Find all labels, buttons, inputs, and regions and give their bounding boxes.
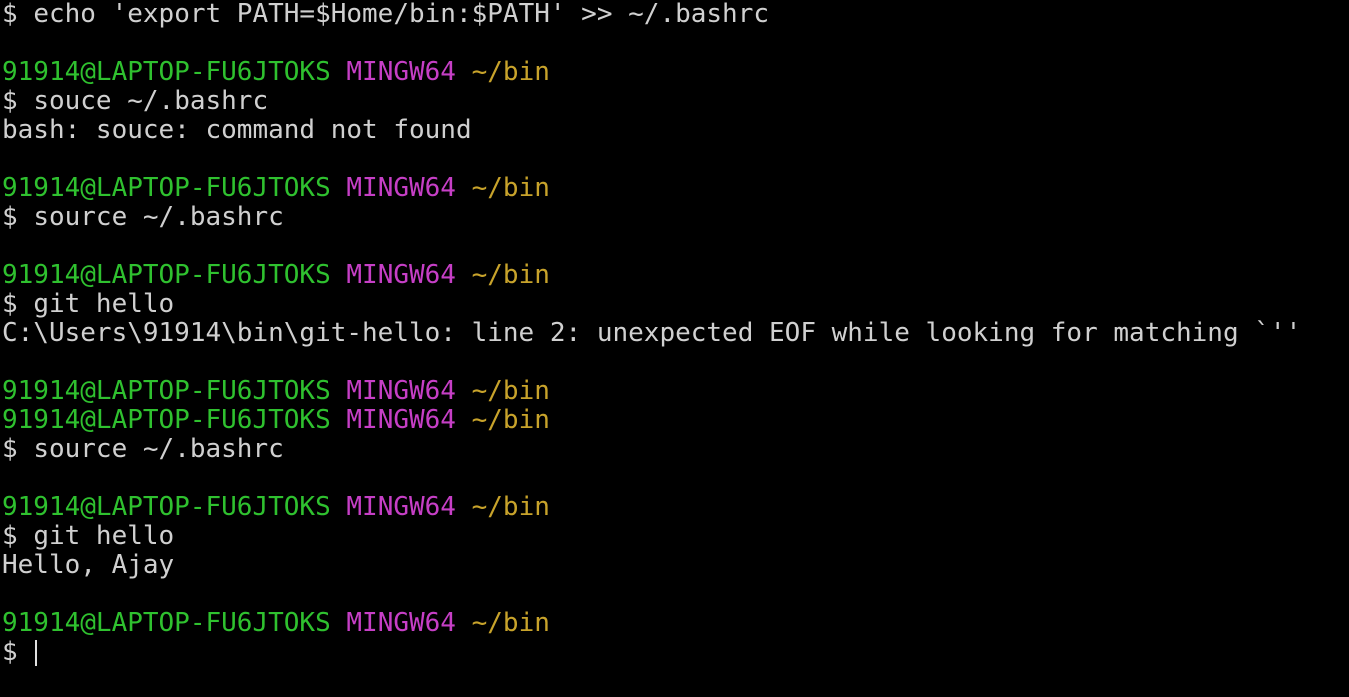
prompt-system: MINGW64: [346, 405, 456, 435]
prompt-path: ~/bin: [471, 492, 550, 522]
command-text: source ~/.bashrc: [33, 202, 284, 232]
prompt-user-host: 91914@LAPTOP-FU6JTOKS: [2, 173, 331, 203]
input-line[interactable]: $: [2, 637, 38, 667]
prompt-user-host: 91914@LAPTOP-FU6JTOKS: [2, 260, 331, 290]
prompt-system: MINGW64: [346, 608, 456, 638]
command-line: $ source ~/.bashrc: [2, 435, 284, 464]
prompt-header: 91914@LAPTOP-FU6JTOKS MINGW64 ~/bin: [2, 609, 550, 638]
prompt-symbol: $: [2, 202, 18, 232]
command-line: $ git hello: [2, 522, 174, 551]
command-line: $ git hello: [2, 290, 174, 319]
prompt-path: ~/bin: [471, 173, 550, 203]
prompt-header: 91914@LAPTOP-FU6JTOKS MINGW64 ~/bin: [2, 174, 550, 203]
prompt-user-host: 91914@LAPTOP-FU6JTOKS: [2, 405, 331, 435]
prompt-symbol: $: [2, 637, 18, 667]
prompt-user-host: 91914@LAPTOP-FU6JTOKS: [2, 57, 331, 87]
output-line: Hello, Ajay: [2, 551, 174, 580]
output-text: C:\Users\91914\bin\git-hello: line 2: un…: [2, 318, 1302, 348]
prompt-user-host: 91914@LAPTOP-FU6JTOKS: [2, 376, 331, 406]
prompt-symbol: $: [2, 86, 18, 116]
terminal-window[interactable]: $ echo 'export PATH=$Home/bin:$PATH' >> …: [0, 0, 1349, 697]
prompt-header: 91914@LAPTOP-FU6JTOKS MINGW64 ~/bin: [2, 377, 550, 406]
output-text: bash: souce: command not found: [2, 115, 472, 145]
prompt-header: 91914@LAPTOP-FU6JTOKS MINGW64 ~/bin: [2, 493, 550, 522]
prompt-system: MINGW64: [346, 492, 456, 522]
prompt-system: MINGW64: [346, 173, 456, 203]
prompt-symbol: $: [2, 0, 18, 29]
prompt-header: 91914@LAPTOP-FU6JTOKS MINGW64 ~/bin: [2, 58, 550, 87]
prompt-symbol: $: [2, 434, 18, 464]
prompt-header: 91914@LAPTOP-FU6JTOKS MINGW64 ~/bin: [2, 406, 550, 435]
prompt-path: ~/bin: [471, 376, 550, 406]
prompt-symbol: $: [2, 289, 18, 319]
prompt-path: ~/bin: [471, 405, 550, 435]
prompt-path: ~/bin: [471, 57, 550, 87]
command-text: git hello: [33, 289, 175, 319]
prompt-system: MINGW64: [346, 260, 456, 290]
text-cursor: [35, 639, 38, 666]
prompt-user-host: 91914@LAPTOP-FU6JTOKS: [2, 492, 331, 522]
prompt-path: ~/bin: [471, 608, 550, 638]
command-text: source ~/.bashrc: [33, 434, 284, 464]
prompt-path: ~/bin: [471, 260, 550, 290]
output-line: C:\Users\91914\bin\git-hello: line 2: un…: [2, 319, 1301, 348]
prompt-header: 91914@LAPTOP-FU6JTOKS MINGW64 ~/bin: [2, 261, 550, 290]
output-line: bash: souce: command not found: [2, 116, 472, 145]
command-line: $ souce ~/.bashrc: [2, 87, 268, 116]
prompt-system: MINGW64: [346, 376, 456, 406]
prompt-user-host: 91914@LAPTOP-FU6JTOKS: [2, 608, 331, 638]
command-line: $ echo 'export PATH=$Home/bin:$PATH' >> …: [2, 0, 769, 29]
prompt-system: MINGW64: [346, 57, 456, 87]
command-text: souce ~/.bashrc: [33, 86, 269, 116]
command-line: $ source ~/.bashrc: [2, 203, 284, 232]
command-text: echo 'export PATH=$Home/bin:$PATH' >> ~/…: [33, 0, 770, 29]
command-text: git hello: [33, 521, 175, 551]
output-text: Hello, Ajay: [2, 550, 175, 580]
prompt-symbol: $: [2, 521, 18, 551]
